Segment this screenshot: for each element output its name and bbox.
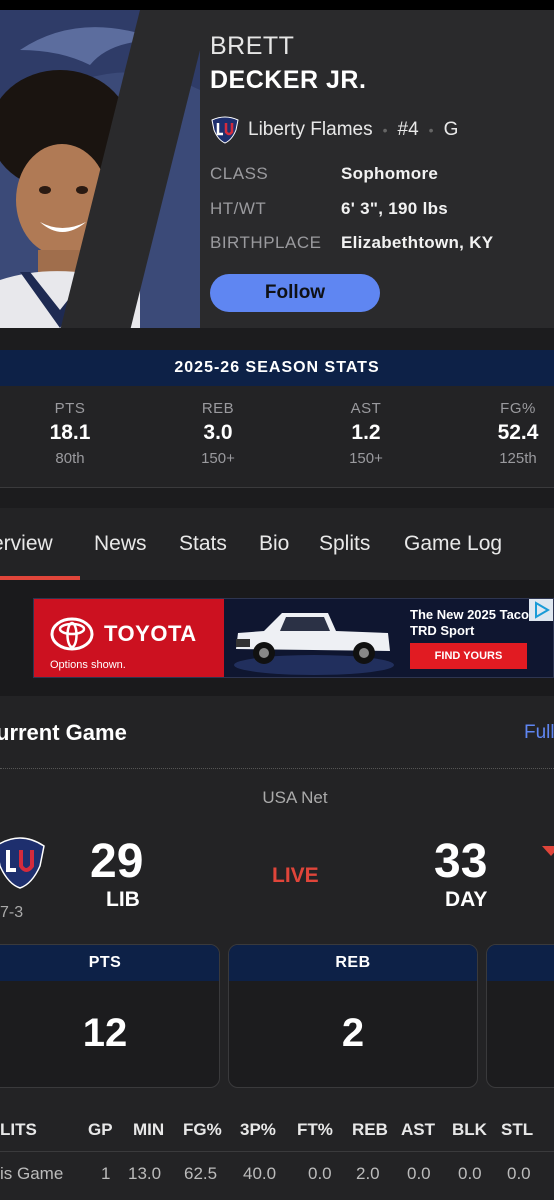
- class-label: CLASS: [210, 164, 269, 183]
- stat-label: REB: [201, 400, 235, 417]
- separator-dot: •: [382, 122, 388, 138]
- birthplace-label: BIRTHPLACE: [210, 233, 322, 252]
- htwt-label: HT/WT: [210, 199, 267, 218]
- player-header: BRETT DECKER JR. Liberty Flames • #4 • G…: [0, 10, 554, 328]
- splits-cell: 62.5: [184, 1164, 218, 1183]
- stat-label: AST: [350, 400, 382, 417]
- card-header: PTS: [0, 945, 219, 981]
- ad-disclaimer: Options shown.: [50, 659, 126, 671]
- current-game-section: urrent Game Full USA Net 7-3 29 LIB LIVE…: [0, 696, 554, 1200]
- player-stat-card-next: [486, 944, 554, 1088]
- home-abbr: LIB: [106, 888, 140, 911]
- splits-header: GP: [88, 1120, 113, 1139]
- current-game-title: urrent Game: [0, 720, 127, 745]
- tab-splits[interactable]: Splits: [319, 532, 370, 556]
- season-stats-panel: PTS 18.1 80th REB 3.0 150+ AST 1.2 150+ …: [0, 386, 554, 488]
- ad-cta-button[interactable]: FIND YOURS: [410, 643, 527, 669]
- home-score: 29: [90, 835, 144, 888]
- splits-cell: is Game: [0, 1164, 64, 1183]
- toyota-logo-icon: [50, 617, 94, 651]
- table-row[interactable]: is Game 1 13.0 62.5 40.0 0.0 2.0 0.0 0.0…: [0, 1152, 554, 1196]
- splits-cell: 0.0: [407, 1164, 431, 1183]
- stat-label: FG%: [500, 400, 536, 417]
- season-stat-ast: AST 1.2 150+: [306, 400, 426, 467]
- stat-label: PTS: [54, 400, 86, 417]
- htwt-value: 6' 3", 190 lbs: [341, 199, 449, 218]
- status-bar: [0, 0, 554, 10]
- splits-header: LITS: [0, 1120, 37, 1139]
- jersey-number: #4: [397, 119, 419, 140]
- stat-value: 3.0: [203, 421, 233, 444]
- tab-game-log[interactable]: Game Log: [404, 532, 502, 556]
- section-gap: [0, 328, 554, 350]
- splits-cell: 0.0: [458, 1164, 482, 1183]
- away-abbr: DAY: [445, 888, 488, 911]
- stat-rank: 150+: [349, 450, 383, 467]
- ad-choices-icon[interactable]: [529, 599, 553, 621]
- splits-cell: 0.0: [507, 1164, 531, 1183]
- card-header: REB: [229, 945, 477, 981]
- tab-news[interactable]: News: [94, 532, 147, 556]
- ad-container: TOYOTA Options shown. The New 2025 Tacom…: [0, 580, 554, 696]
- stat-value: 1.2: [351, 421, 381, 444]
- splits-cell: 2.0: [356, 1164, 380, 1183]
- separator-dot: •: [428, 122, 434, 138]
- tab-stats[interactable]: Stats: [179, 532, 227, 556]
- tab-bio[interactable]: Bio: [259, 532, 289, 556]
- ad-brand-panel: TOYOTA Options shown.: [34, 599, 224, 677]
- splits-cell: 1: [101, 1164, 111, 1183]
- dayton-logo-icon[interactable]: [542, 846, 554, 856]
- splits-header: BLK: [452, 1120, 487, 1139]
- player-stat-card-reb: REB 2: [228, 944, 478, 1088]
- broadcast-network: USA Net: [262, 788, 328, 807]
- truck-image: [234, 613, 394, 675]
- follow-button[interactable]: Follow: [210, 274, 380, 312]
- class-value: Sophomore: [341, 164, 439, 183]
- tab-overview[interactable]: erview: [0, 532, 53, 556]
- season-stats-title: 2025-26 SEASON STATS: [0, 350, 554, 386]
- card-value: 12: [82, 1011, 128, 1055]
- splits-cell: 0.0: [308, 1164, 332, 1183]
- divider: [0, 768, 554, 769]
- player-stat-card-pts: PTS 12: [0, 944, 220, 1088]
- card-header: [487, 945, 554, 981]
- splits-header: MIN: [133, 1120, 165, 1139]
- player-first-name: BRETT: [210, 32, 295, 60]
- splits-header: AST: [401, 1120, 435, 1139]
- player-last-name: DECKER JR.: [210, 66, 367, 94]
- player-photo: [0, 10, 200, 328]
- team-row[interactable]: Liberty Flames • #4 • G: [210, 116, 458, 144]
- tab-bar: erview News Stats Bio Splits Game Log: [0, 508, 554, 580]
- birthplace-value: Elizabethtown, KY: [341, 233, 494, 252]
- splits-header: STL: [501, 1120, 534, 1139]
- full-game-link[interactable]: Full: [524, 722, 554, 744]
- splits-header: FG%: [183, 1120, 222, 1139]
- splits-cell: 40.0: [243, 1164, 277, 1183]
- splits-header: FT%: [297, 1120, 333, 1139]
- stat-rank: 150+: [201, 450, 235, 467]
- toyota-ad-banner[interactable]: TOYOTA Options shown. The New 2025 Tacom…: [33, 598, 554, 678]
- player-position: G: [443, 119, 459, 140]
- splits-header: REB: [352, 1120, 388, 1139]
- season-stat-fg: FG% 52.4 125th: [458, 400, 554, 467]
- stat-rank: 125th: [499, 450, 537, 467]
- ad-brand: TOYOTA: [104, 621, 197, 646]
- team-name[interactable]: Liberty Flames: [248, 119, 373, 141]
- season-stat-reb: REB 3.0 150+: [158, 400, 278, 467]
- card-value: 2: [341, 1011, 365, 1055]
- splits-header-row: LITS GP MIN FG% 3P% FT% REB AST BLK STL: [0, 1108, 554, 1152]
- liberty-logo-icon: [211, 116, 239, 144]
- splits-header: 3P%: [240, 1120, 276, 1139]
- stat-value: 18.1: [49, 421, 91, 444]
- game-status: LIVE: [272, 864, 319, 887]
- stat-value: 52.4: [497, 421, 539, 444]
- stat-rank: 80th: [55, 450, 85, 467]
- away-score: 33: [434, 835, 488, 888]
- season-stat-pts: PTS 18.1 80th: [10, 400, 130, 467]
- splits-cell: 13.0: [128, 1164, 162, 1183]
- home-record: 7-3: [0, 904, 24, 921]
- liberty-logo-icon[interactable]: [0, 834, 46, 890]
